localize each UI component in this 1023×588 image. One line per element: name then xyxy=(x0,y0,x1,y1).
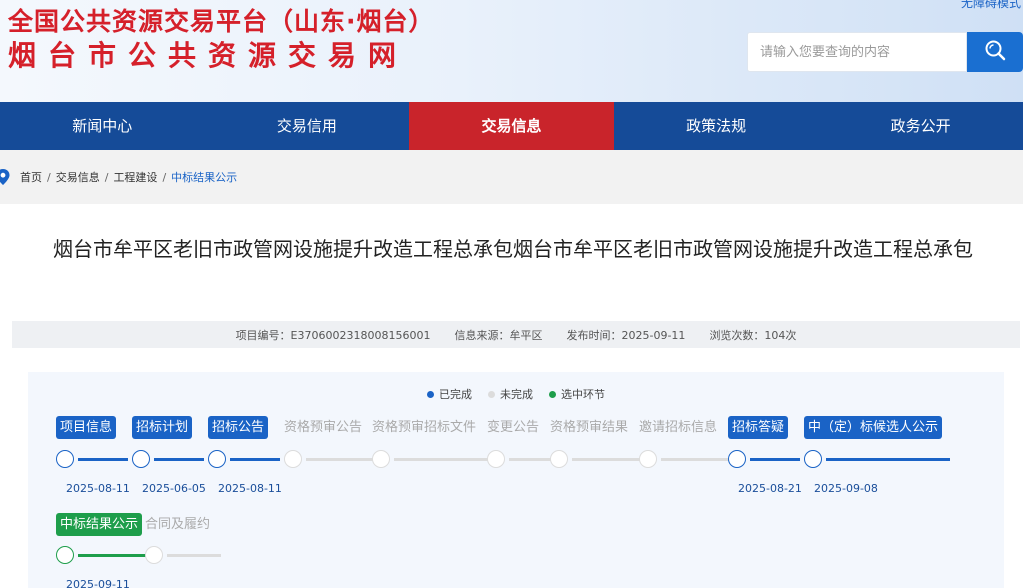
stage-line xyxy=(78,458,128,461)
stage-node xyxy=(639,450,657,468)
site-header: 全国公共资源交易平台（山东·烟台） 烟台市公共资源交易网 无障碍模式 xyxy=(0,0,1023,102)
search-input[interactable] xyxy=(747,32,967,72)
legend-done-dot xyxy=(427,390,434,398)
stage-node xyxy=(56,450,74,468)
meta-publish-time: 发布时间：2025-09-11 xyxy=(566,328,686,342)
stage-label: 资格预审结果 xyxy=(550,420,629,435)
breadcrumb: 首页 / 交易信息 / 工程建设 / 中标结果公示 xyxy=(0,150,1023,204)
search-icon xyxy=(983,38,1007,66)
stage-label[interactable]: 项目信息 xyxy=(56,416,117,439)
stage-label: 资格预审公告 xyxy=(284,420,363,435)
stage-label[interactable]: 招标计划 xyxy=(132,416,193,439)
stage-date: 2025-08-11 xyxy=(218,482,282,495)
meta-views: 浏览次数：104次 xyxy=(709,328,797,342)
process-flow: 已完成 未完成 选中环节 项目信息 2025-08-11 招标计划 2025-06-0… xyxy=(28,372,1004,588)
stage-node xyxy=(145,546,163,564)
stage-label[interactable]: 招标公告 xyxy=(208,416,269,439)
meta-project-no: 项目编号：E3706002318008156001 xyxy=(235,328,431,342)
stage-date: 2025-06-05 xyxy=(142,482,206,495)
stage-line xyxy=(509,458,551,461)
care-mode-link[interactable]: 无障碍模式 xyxy=(961,0,1021,11)
stage-line xyxy=(230,458,280,461)
stage-line xyxy=(78,554,148,557)
breadcrumb-trade-info[interactable]: 交易信息 xyxy=(56,169,100,185)
stage-node xyxy=(132,450,150,468)
nav-item-credit[interactable]: 交易信用 xyxy=(205,102,410,150)
legend-pending-label: 未完成 xyxy=(500,388,533,401)
stage-node xyxy=(56,546,74,564)
stage-label: 变更公告 xyxy=(487,420,540,435)
location-pin-icon xyxy=(0,169,10,185)
flow-legend: 已完成 未完成 选中环节 xyxy=(28,386,1004,402)
nav-item-gov-affairs[interactable]: 政务公开 xyxy=(818,102,1023,150)
stage-label: 资格预审招标文件 xyxy=(372,420,477,435)
stage-label[interactable]: 中标结果公示 xyxy=(56,513,143,536)
stage-line xyxy=(306,458,374,461)
stage-line xyxy=(750,458,800,461)
nav-item-news[interactable]: 新闻中心 xyxy=(0,102,205,150)
legend-pending: 未完成 xyxy=(488,386,533,402)
stage-label: 合同及履约 xyxy=(145,517,211,532)
legend-current: 选中环节 xyxy=(549,386,605,402)
stage-line xyxy=(661,458,729,461)
stage-label[interactable]: 招标答疑 xyxy=(728,416,789,439)
breadcrumb-construction[interactable]: 工程建设 xyxy=(113,169,157,185)
meta-source: 信息来源：牟平区 xyxy=(454,328,543,342)
breadcrumb-separator: / xyxy=(104,170,109,184)
nav-item-policy[interactable]: 政策法规 xyxy=(614,102,819,150)
stage-node xyxy=(550,450,568,468)
stage-date: 2025-08-11 xyxy=(66,482,130,495)
legend-done: 已完成 xyxy=(427,386,472,402)
stage-label[interactable]: 中（定）标候选人公示 xyxy=(804,416,943,439)
breadcrumb-separator: / xyxy=(162,170,167,184)
stage-date: 2025-08-21 xyxy=(738,482,802,495)
site-title-platform[interactable]: 全国公共资源交易平台（山东·烟台） xyxy=(8,2,435,38)
stage-line xyxy=(154,458,204,461)
legend-current-dot xyxy=(549,390,556,398)
stage-date: 2025-09-08 xyxy=(814,482,878,495)
stage-line xyxy=(167,554,221,557)
stage-label: 邀请招标信息 xyxy=(639,420,718,435)
legend-current-label: 选中环节 xyxy=(561,388,605,401)
article-meta: 项目编号：E3706002318008156001 信息来源：牟平区 发布时间：… xyxy=(12,321,1020,348)
stage-node xyxy=(487,450,505,468)
breadcrumb-current[interactable]: 中标结果公示 xyxy=(171,169,237,185)
legend-pending-dot xyxy=(488,390,495,398)
stage-line xyxy=(826,458,950,461)
article-title: 烟台市牟平区老旧市政管网设施提升改造工程总承包烟台市牟平区老旧市政管网设施提升改… xyxy=(53,237,973,261)
legend-done-label: 已完成 xyxy=(439,388,472,401)
stage-line xyxy=(572,458,640,461)
breadcrumb-separator: / xyxy=(47,170,51,184)
main-nav: 新闻中心 交易信用 交易信息 政策法规 政务公开 xyxy=(0,102,1023,150)
stage-node xyxy=(728,450,746,468)
search-button[interactable] xyxy=(967,32,1023,72)
stage-node xyxy=(284,450,302,468)
stage-line xyxy=(394,458,488,461)
stage-date: 2025-09-11 xyxy=(66,578,130,588)
breadcrumb-home[interactable]: 首页 xyxy=(20,169,42,185)
site-title-city[interactable]: 烟台市公共资源交易网 xyxy=(8,34,408,74)
stage-node xyxy=(372,450,390,468)
stage-node xyxy=(804,450,822,468)
nav-item-trade-info[interactable]: 交易信息 xyxy=(409,102,614,150)
stage-node xyxy=(208,450,226,468)
